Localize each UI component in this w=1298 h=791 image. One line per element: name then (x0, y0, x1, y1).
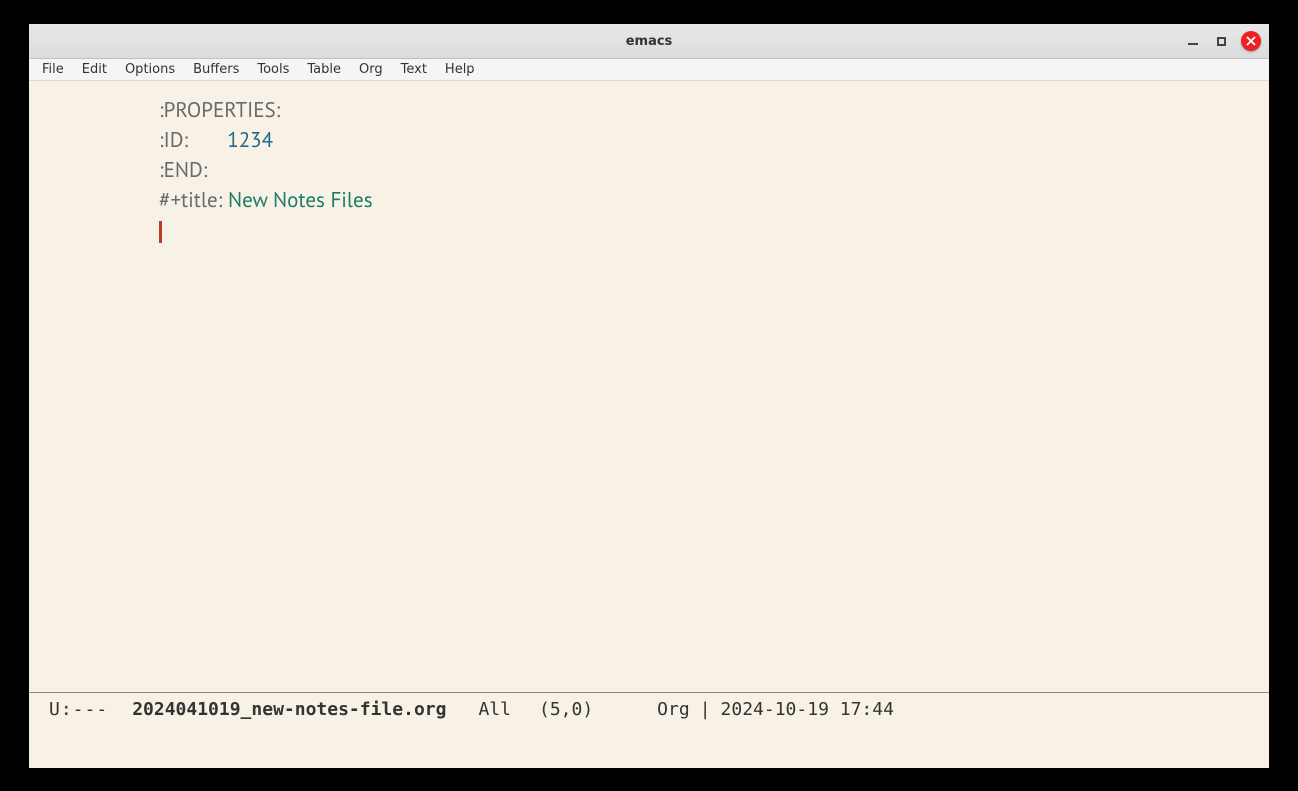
menu-file[interactable]: File (33, 60, 73, 79)
minimize-icon (1188, 43, 1198, 45)
modeline-mode: Org (657, 699, 690, 720)
text-cursor (159, 221, 162, 243)
close-icon (1246, 36, 1256, 46)
maximize-icon (1217, 37, 1226, 46)
menu-org[interactable]: Org (350, 60, 392, 79)
menu-options[interactable]: Options (116, 60, 184, 79)
property-id-value: 1234 (227, 126, 273, 153)
modeline-position: All (478, 699, 511, 720)
line-properties-close: :END: (159, 155, 1269, 185)
emacs-window: emacs File Edit Options Buffers Tools Ta… (29, 24, 1269, 768)
editor-area[interactable]: :PROPERTIES: :ID: 1234 :END: #+title: Ne… (29, 81, 1269, 692)
menu-text[interactable]: Text (392, 60, 436, 79)
line-id: :ID: 1234 (159, 125, 1269, 155)
line-properties-open: :PROPERTIES: (159, 95, 1269, 125)
modeline[interactable]: U:--- 2024041019_new-notes-file.org All … (29, 692, 1269, 720)
menubar: File Edit Options Buffers Tools Table Or… (29, 59, 1269, 81)
menu-edit[interactable]: Edit (73, 60, 116, 79)
window-title: emacs (626, 34, 673, 49)
title-value: New Notes Files (228, 186, 373, 213)
line-cursor (159, 215, 1269, 245)
menu-help[interactable]: Help (436, 60, 484, 79)
modeline-row-col: (5,0) (539, 699, 593, 720)
menu-table[interactable]: Table (298, 60, 350, 79)
menu-buffers[interactable]: Buffers (184, 60, 248, 79)
drawer-open: :PROPERTIES: (159, 96, 280, 123)
maximize-button[interactable] (1213, 33, 1229, 49)
menu-tools[interactable]: Tools (248, 60, 298, 79)
titlebar: emacs (29, 24, 1269, 59)
title-keyword: #+title: (159, 186, 222, 213)
property-id-key: :ID: (159, 126, 188, 153)
close-button[interactable] (1241, 31, 1261, 51)
modeline-wrap: U:--- 2024041019_new-notes-file.org All … (29, 692, 1269, 768)
modeline-separator: | (700, 699, 711, 720)
modeline-buffer: 2024041019_new-notes-file.org (132, 699, 446, 720)
line-title: #+title: New Notes Files (159, 185, 1269, 215)
minimize-button[interactable] (1185, 33, 1201, 49)
titlebar-controls (1185, 31, 1261, 51)
modeline-modified: U:--- (49, 699, 108, 720)
modeline-datetime: 2024-10-19 17:44 (721, 699, 894, 720)
drawer-close: :END: (159, 156, 207, 183)
